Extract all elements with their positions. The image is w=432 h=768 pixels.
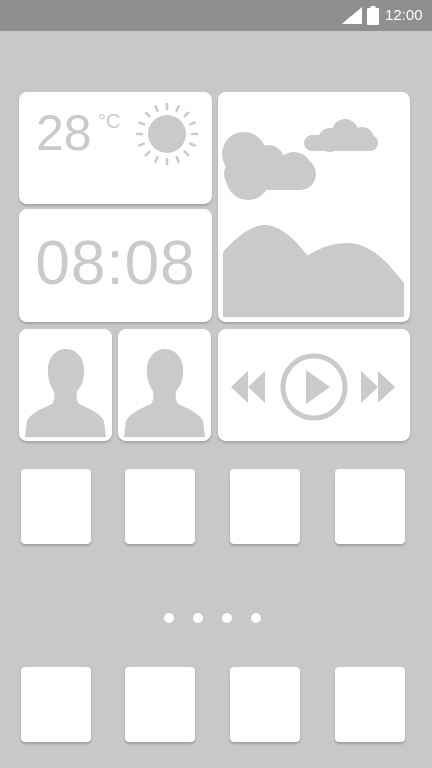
rewind-icon[interactable]: [230, 369, 266, 405]
dock-app-icon[interactable]: [21, 667, 91, 742]
status-clock: 12:00: [385, 7, 423, 24]
dock-app-icon[interactable]: [125, 667, 195, 742]
person-silhouette-icon: [25, 349, 106, 437]
landscape-photo-icon: [222, 119, 404, 317]
page-indicator-dot[interactable]: [164, 613, 174, 623]
page-indicator-dot[interactable]: [222, 613, 232, 623]
app-icon[interactable]: [230, 469, 300, 544]
dock-app-icon[interactable]: [335, 667, 405, 742]
signal-bars-icon: [342, 7, 362, 24]
contact-widget-2[interactable]: [118, 329, 211, 441]
weather-widget[interactable]: 28 °C: [19, 92, 212, 204]
app-icon[interactable]: [335, 469, 405, 544]
photo-widget[interactable]: [218, 92, 410, 322]
temperature-value: 28: [36, 105, 92, 161]
app-icon[interactable]: [21, 469, 91, 544]
status-bar: 12:00: [0, 0, 432, 31]
person-silhouette-icon: [124, 349, 205, 437]
temperature-unit: °C: [98, 111, 121, 133]
page-indicator-dot[interactable]: [251, 613, 261, 623]
page-indicator-dot[interactable]: [193, 613, 203, 623]
dock-app-icon[interactable]: [230, 667, 300, 742]
clock-widget-time: 08:08: [35, 229, 196, 298]
fast-forward-icon[interactable]: [360, 369, 396, 405]
clock-widget[interactable]: 08:08: [19, 209, 212, 322]
play-circle-icon[interactable]: [279, 353, 349, 421]
battery-icon: [367, 6, 379, 25]
contact-widget-1[interactable]: [19, 329, 112, 441]
app-icon[interactable]: [125, 469, 195, 544]
media-player-widget: [218, 329, 410, 441]
sun-icon: [135, 102, 199, 166]
